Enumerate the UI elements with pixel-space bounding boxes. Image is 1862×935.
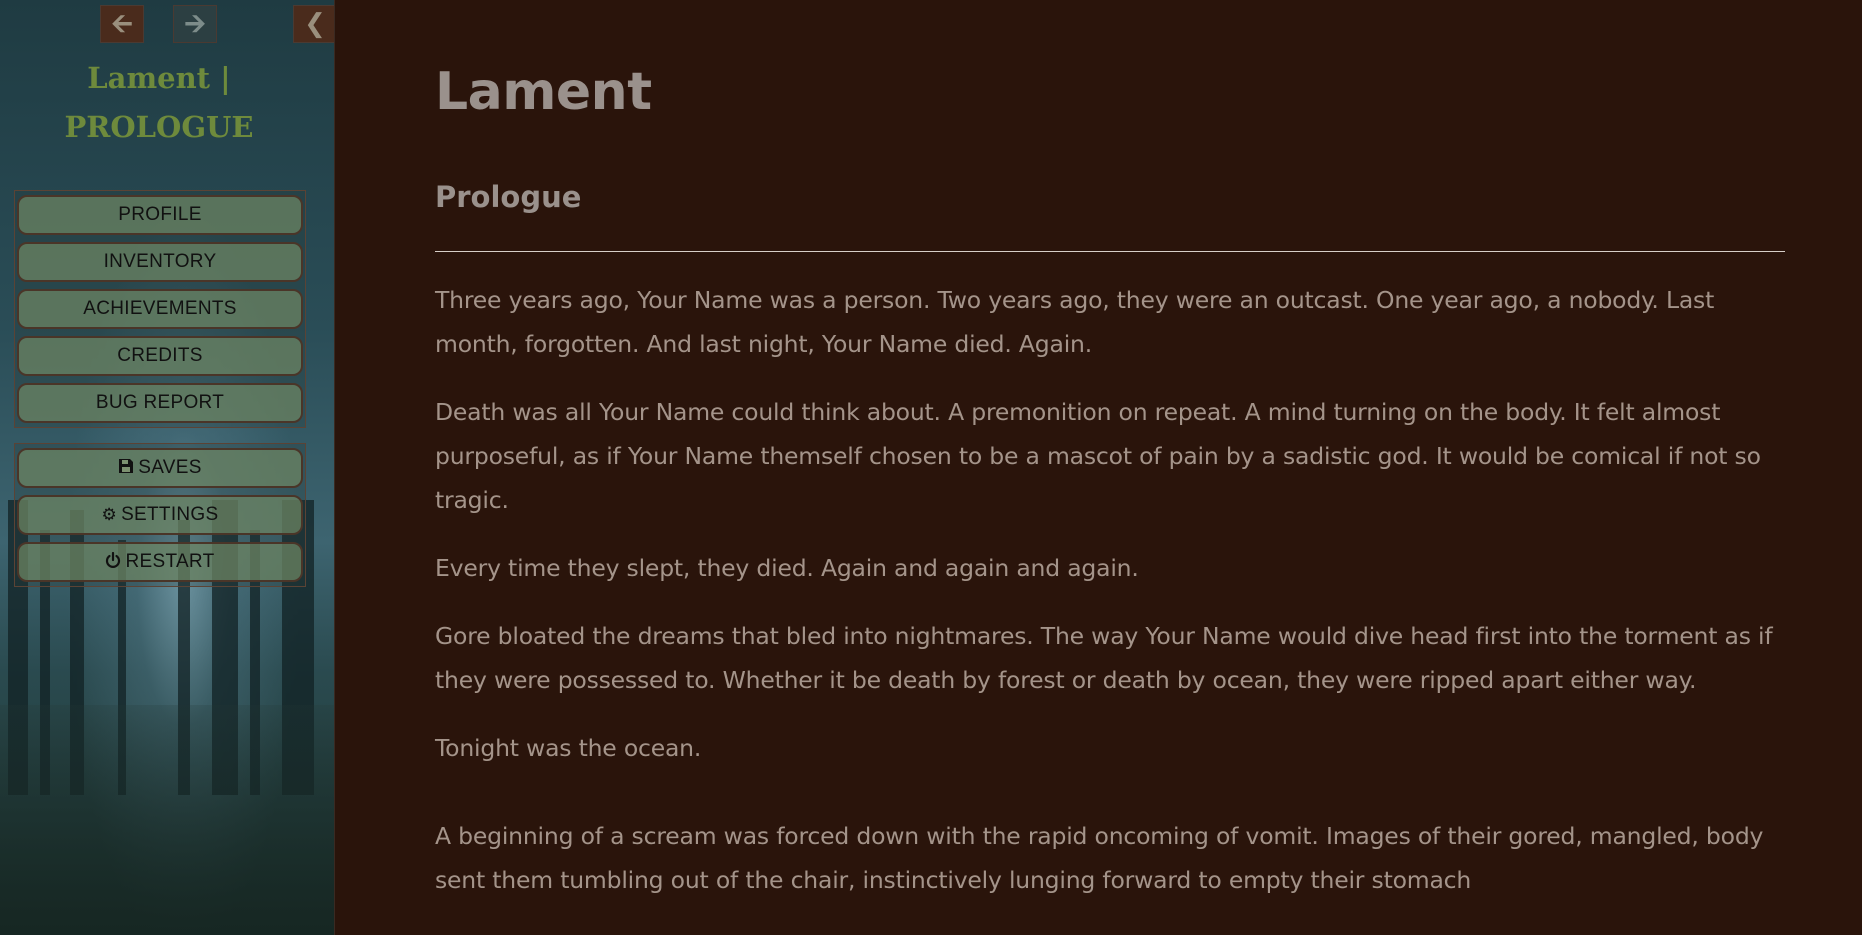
sidebar: 🡨 🡪 ❮ Lament | PROLOGUE PROFILE INVENTOR… (0, 0, 335, 935)
arrow-right-icon: 🡪 (184, 9, 206, 39)
section-title: Prologue (435, 180, 582, 214)
restart-button[interactable]: RESTART (17, 542, 303, 582)
divider (435, 251, 1785, 252)
arrow-left-icon: 🡨 (111, 9, 133, 39)
story-title: Lament | PROLOGUE (0, 54, 318, 152)
story-title-line1: Lament | (87, 61, 231, 95)
page-title: Lament (435, 62, 652, 122)
profile-button[interactable]: PROFILE (17, 195, 303, 235)
story-paragraph: Gore bloated the dreams that bled into n… (435, 622, 1773, 694)
story-text: Three years ago, Your Name was a person.… (435, 278, 1785, 926)
credits-button[interactable]: CREDITS (17, 336, 303, 376)
inventory-label: INVENTORY (103, 251, 217, 272)
save-icon (118, 458, 134, 479)
settings-label: SETTINGS (121, 504, 219, 525)
back-button[interactable]: 🡨 (100, 5, 144, 43)
bug-report-button[interactable]: BUG REPORT (17, 383, 303, 423)
story-paragraph: Death was all Your Name could think abou… (435, 398, 1761, 514)
story-paragraph: Three years ago, Your Name was a person.… (435, 286, 1715, 358)
profile-label: PROFILE (118, 204, 202, 225)
story-paragraph: A beginning of a scream was forced down … (435, 822, 1764, 894)
story-paragraph: Tonight was the ocean. (435, 734, 702, 762)
story-paragraph: Every time they slept, they died. Again … (435, 554, 1139, 582)
achievements-label: ACHIEVEMENTS (83, 298, 237, 319)
bug-report-label: BUG REPORT (95, 392, 225, 413)
credits-label: CREDITS (117, 345, 203, 366)
saves-label: SAVES (138, 457, 202, 478)
achievements-button[interactable]: ACHIEVEMENTS (17, 289, 303, 329)
forward-button[interactable]: 🡪 (173, 5, 217, 43)
main-menu: PROFILE INVENTORY ACHIEVEMENTS CREDITS B… (14, 190, 306, 428)
forest-ground (0, 705, 334, 935)
system-menu: SAVES ⚙ SETTINGS RESTART (14, 443, 306, 587)
saves-button[interactable]: SAVES (17, 448, 303, 488)
chevron-left-icon: ❮ (304, 9, 326, 39)
story-title-line2: PROLOGUE (64, 110, 254, 144)
restart-label: RESTART (125, 551, 215, 572)
settings-button[interactable]: ⚙ SETTINGS (17, 495, 303, 535)
power-icon (105, 551, 121, 573)
inventory-button[interactable]: INVENTORY (17, 242, 303, 282)
gear-icon: ⚙ (101, 505, 118, 524)
collapse-sidebar-button[interactable]: ❮ (293, 5, 334, 43)
